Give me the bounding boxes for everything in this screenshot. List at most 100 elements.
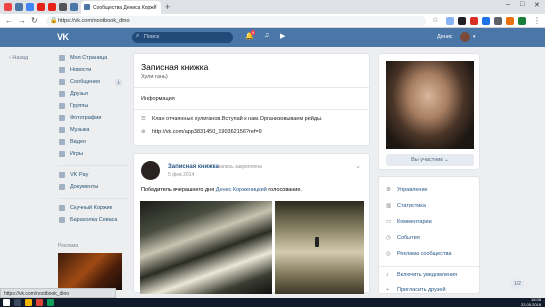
avatar[interactable] — [460, 32, 470, 42]
back-arrow-icon[interactable]: ← — [5, 16, 13, 25]
sidebar-item-friends[interactable]: Друзья — [58, 89, 128, 101]
user-name[interactable]: Денис — [437, 34, 453, 40]
left-sidebar: Моя Страница Новости Сообщения 1 Друзья Г… — [58, 53, 128, 227]
search-placeholder: Поиск — [144, 34, 160, 40]
extension-icon[interactable] — [494, 17, 502, 25]
sidebar-divider — [58, 198, 128, 199]
manage-item[interactable]: ⚙ Управление — [386, 187, 428, 193]
close-window-button[interactable]: ✕ — [534, 1, 540, 9]
sidebar-item-news[interactable]: Новости — [58, 65, 128, 77]
events-item[interactable]: ◷ События — [386, 235, 420, 241]
messages-count-badge: 1 — [115, 79, 122, 86]
extension-icon[interactable] — [518, 17, 526, 25]
sidebar-item-label: Музыка — [70, 127, 90, 133]
sidebar-item-label: VK Pay — [70, 172, 89, 178]
pinned-tab-icon[interactable] — [59, 3, 67, 11]
vk-logo[interactable]: VK — [57, 32, 69, 42]
reload-icon[interactable]: ↻ — [31, 16, 38, 25]
sidebar-item-vkpay[interactable]: VK Pay — [58, 170, 128, 182]
post-photo[interactable] — [140, 201, 272, 294]
windows-start-icon[interactable] — [3, 299, 10, 306]
post-author[interactable]: Записная книжка — [168, 164, 219, 170]
forward-arrow-icon[interactable]: → — [18, 16, 26, 25]
sidebar-item-community[interactable]: Барахолка Севаса — [58, 215, 128, 227]
notification-badge: 9 — [251, 30, 256, 35]
address-bar-row: ← → ↻ 🔒 https://vk.com/nootbook_dino ☆ ⋮ — [0, 14, 545, 28]
app-icon[interactable] — [47, 299, 54, 306]
chrome-icon[interactable] — [36, 299, 43, 306]
sidebar-item-games[interactable]: Игры — [58, 149, 128, 161]
invite-icon: + — [386, 287, 390, 293]
group-link[interactable]: http://vk.com/app3831450_190362156?ref=9 — [152, 129, 262, 135]
chevron-down-icon[interactable]: ▾ — [473, 34, 476, 40]
extension-icon[interactable] — [482, 17, 490, 25]
menu-dots-icon[interactable]: ⋮ — [533, 16, 541, 25]
search-input[interactable]: ⌕ Поиск — [132, 32, 233, 43]
notifications-item[interactable]: ♪ Включить уведомления — [386, 272, 457, 278]
text-lines-icon: ☰ — [141, 116, 146, 122]
pinned-tab-icon[interactable] — [37, 3, 45, 11]
post-photo[interactable] — [275, 201, 364, 294]
manage-label: Управление — [397, 187, 428, 193]
extension-icon[interactable] — [506, 17, 514, 25]
search-icon[interactable] — [14, 299, 21, 306]
ad-image[interactable] — [58, 253, 122, 290]
invite-item[interactable]: + Пригласить друзей — [386, 287, 446, 293]
active-browser-tab[interactable]: Сообщества Дениса Корже × — [81, 1, 161, 14]
divider — [134, 87, 369, 88]
sidebar-item-label: Друзья — [70, 91, 88, 97]
clock[interactable]: 16:08 22.05.2018 — [521, 297, 541, 307]
sidebar-item-label: Группы — [70, 103, 89, 109]
page-counter[interactable]: 1/2 — [511, 279, 524, 289]
link-row[interactable]: ⊕ http://vk.com/app3831450_190362156?ref=… — [141, 129, 262, 135]
sidebar-item-my-page[interactable]: Моя Страница — [58, 53, 128, 65]
pinned-tab-icon[interactable] — [70, 3, 78, 11]
event-icon: ◷ — [386, 235, 391, 241]
play-icon[interactable]: ▶ — [280, 32, 285, 40]
extension-icon[interactable] — [470, 17, 478, 25]
sidebar-item-documents[interactable]: Документы — [58, 182, 128, 194]
post-text: Победитель вчерашнего дня Денис Коржениц… — [141, 187, 302, 193]
pinned-tab-icon[interactable] — [26, 3, 34, 11]
sidebar-item-messages[interactable]: Сообщения 1 — [58, 77, 128, 89]
sidebar-item-label: Моя Страница — [70, 55, 108, 61]
tab-title: Сообщества Дениса Корже — [93, 5, 157, 11]
mention-link[interactable]: Денис Корженицкий — [216, 187, 267, 193]
music-icon[interactable]: ♫ — [264, 32, 269, 39]
pinned-tab-icon[interactable] — [4, 3, 12, 11]
group-description: Клан отчаянных хулиганов.Вступай к нам.О… — [152, 116, 323, 122]
comments-item[interactable]: ▭ Комментарии — [386, 219, 432, 225]
divider — [134, 109, 369, 110]
chevron-down-icon[interactable]: ⌄ — [355, 162, 361, 170]
message-icon — [59, 79, 65, 85]
sidebar-item-photos[interactable]: Фотографии — [58, 113, 128, 125]
explorer-icon[interactable] — [25, 299, 32, 306]
sidebar-item-video[interactable]: Видео — [58, 137, 128, 149]
extension-icon[interactable] — [458, 17, 466, 25]
ads-item[interactable]: ◎ Реклама сообщества — [386, 251, 451, 257]
extension-icon[interactable] — [446, 17, 454, 25]
comments-label: Комментарии — [397, 219, 432, 225]
sidebar-item-community[interactable]: Скучный Коржик — [58, 203, 128, 215]
sidebar-item-music[interactable]: Музыка — [58, 125, 128, 137]
minimize-button[interactable]: – — [506, 1, 510, 8]
url-field[interactable]: 🔒 https://vk.com/nootbook_dino — [46, 16, 426, 26]
globe-icon: ⊕ — [141, 129, 146, 135]
close-tab-icon[interactable]: × — [153, 4, 157, 10]
group-cover-photo[interactable] — [386, 61, 474, 149]
sidebar-item-groups[interactable]: Группы — [58, 101, 128, 113]
stats-icon: ▥ — [386, 203, 392, 209]
comment-icon: ▭ — [386, 219, 392, 225]
pinned-tab-icon[interactable] — [48, 3, 56, 11]
tab-info[interactable]: Информация — [141, 96, 175, 102]
sidebar-item-label: Барахолка Севаса — [70, 217, 118, 223]
member-status-button[interactable]: Вы участник ⌄ — [386, 154, 474, 166]
avatar[interactable] — [141, 161, 160, 180]
new-tab-button[interactable]: + — [165, 2, 170, 12]
back-link[interactable]: ‹ Назад — [9, 55, 28, 61]
post-date[interactable]: 5 фев 2014 — [168, 172, 194, 178]
maximize-button[interactable]: □ — [520, 1, 524, 8]
star-icon[interactable]: ☆ — [432, 16, 438, 24]
pinned-tab-icon[interactable] — [15, 3, 23, 11]
stats-item[interactable]: ▥ Статистика — [386, 203, 426, 209]
